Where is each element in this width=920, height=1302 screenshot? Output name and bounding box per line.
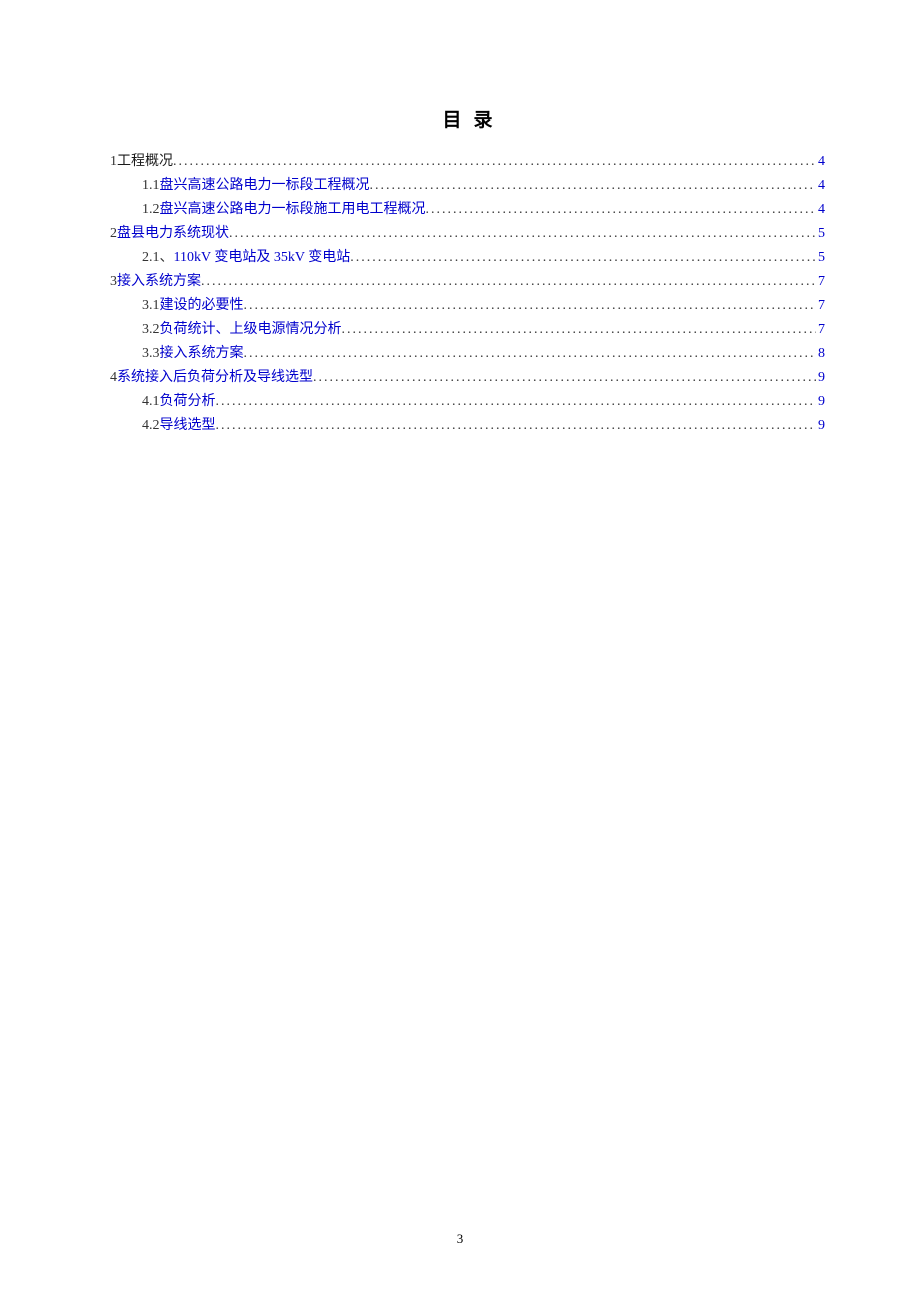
toc-leader-dots bbox=[313, 366, 816, 390]
toc-entry-number: 1.2 bbox=[142, 198, 160, 222]
toc-leader-dots bbox=[216, 414, 817, 438]
toc-entry-number: 3.1 bbox=[142, 294, 160, 318]
toc-entry-page: 4 bbox=[816, 198, 825, 222]
toc-entry[interactable]: 3.1 建设的必要性 7 bbox=[110, 294, 825, 318]
toc-entry-page: 9 bbox=[816, 414, 825, 438]
toc-entry-number: 1.1 bbox=[142, 174, 160, 198]
page-number: 3 bbox=[0, 1231, 920, 1247]
toc-entry-page: 4 bbox=[816, 150, 825, 174]
toc-entry-text: 负荷统计、上级电源情况分析 bbox=[160, 318, 342, 342]
toc-leader-dots bbox=[229, 222, 816, 246]
toc-entry-text: 盘兴高速公路电力一标段工程概况 bbox=[160, 174, 370, 198]
toc-entry-page: 7 bbox=[816, 318, 825, 342]
toc-entry-text: 110kV 变电站及 35kV 变电站 bbox=[174, 246, 351, 270]
toc-entry-page: 7 bbox=[816, 270, 825, 294]
toc-entry-page: 5 bbox=[816, 222, 825, 246]
toc-title: 目录 bbox=[110, 105, 825, 132]
toc-entry[interactable]: 1 工程概况 4 bbox=[110, 150, 825, 174]
toc-entry-page: 8 bbox=[816, 342, 825, 366]
toc-entry-number: 2 bbox=[110, 222, 117, 246]
toc-entry-text: 负荷分析 bbox=[160, 390, 216, 414]
toc-entry-number: 3 bbox=[110, 270, 117, 294]
toc-entry[interactable]: 4 系统接入后负荷分析及导线选型 9 bbox=[110, 366, 825, 390]
toc-leader-dots bbox=[201, 270, 816, 294]
toc-entry[interactable]: 4.1 负荷分析 9 bbox=[110, 390, 825, 414]
toc-leader-dots bbox=[173, 150, 816, 174]
document-page: 目录 1 工程概况41.1 盘兴高速公路电力一标段工程概况41.2 盘兴高速公路… bbox=[0, 0, 920, 438]
toc-entry-number: 3.3 bbox=[142, 342, 160, 366]
toc-entry-text: 工程概况 bbox=[117, 150, 173, 174]
toc-entry[interactable]: 1.2 盘兴高速公路电力一标段施工用电工程概况 4 bbox=[110, 198, 825, 222]
toc-entry-text: 系统接入后负荷分析及导线选型 bbox=[117, 366, 313, 390]
toc-entry-text: 导线选型 bbox=[160, 414, 216, 438]
toc-entry-number: 4.2 bbox=[142, 414, 160, 438]
toc-leader-dots bbox=[370, 174, 817, 198]
toc-entry-page: 9 bbox=[816, 366, 825, 390]
toc-entry-number: 3.2 bbox=[142, 318, 160, 342]
toc-leader-dots bbox=[244, 294, 817, 318]
toc-entry[interactable]: 1.1 盘兴高速公路电力一标段工程概况 4 bbox=[110, 174, 825, 198]
toc-entry-text: 建设的必要性 bbox=[160, 294, 244, 318]
toc-entry-text: 盘县电力系统现状 bbox=[117, 222, 229, 246]
toc-entry-page: 5 bbox=[816, 246, 825, 270]
toc-entry-page: 7 bbox=[816, 294, 825, 318]
toc-leader-dots bbox=[350, 246, 816, 270]
toc-entry-text: 接入系统方案 bbox=[160, 342, 244, 366]
toc-entry[interactable]: 4.2 导线选型 9 bbox=[110, 414, 825, 438]
toc-leader-dots bbox=[216, 390, 817, 414]
toc-entry[interactable]: 3 接入系统方案 7 bbox=[110, 270, 825, 294]
toc-entry[interactable]: 3.3 接入系统方案 8 bbox=[110, 342, 825, 366]
toc-entry-number: 4.1 bbox=[142, 390, 160, 414]
toc-entry-text: 接入系统方案 bbox=[117, 270, 201, 294]
toc-entry-number: 2.1、 bbox=[142, 246, 174, 270]
toc-entry-number: 4 bbox=[110, 366, 117, 390]
toc-leader-dots bbox=[426, 198, 817, 222]
toc-entry-number: 1 bbox=[110, 150, 117, 174]
toc-entry[interactable]: 2 盘县电力系统现状 5 bbox=[110, 222, 825, 246]
toc-entry-page: 4 bbox=[816, 174, 825, 198]
toc-entry[interactable]: 3.2 负荷统计、上级电源情况分析 7 bbox=[110, 318, 825, 342]
toc-entry[interactable]: 2.1、110kV 变电站及 35kV 变电站 5 bbox=[110, 246, 825, 270]
toc-leader-dots bbox=[244, 342, 817, 366]
toc-list: 1 工程概况41.1 盘兴高速公路电力一标段工程概况41.2 盘兴高速公路电力一… bbox=[110, 150, 825, 438]
toc-leader-dots bbox=[342, 318, 817, 342]
toc-entry-page: 9 bbox=[816, 390, 825, 414]
toc-entry-text: 盘兴高速公路电力一标段施工用电工程概况 bbox=[160, 198, 426, 222]
